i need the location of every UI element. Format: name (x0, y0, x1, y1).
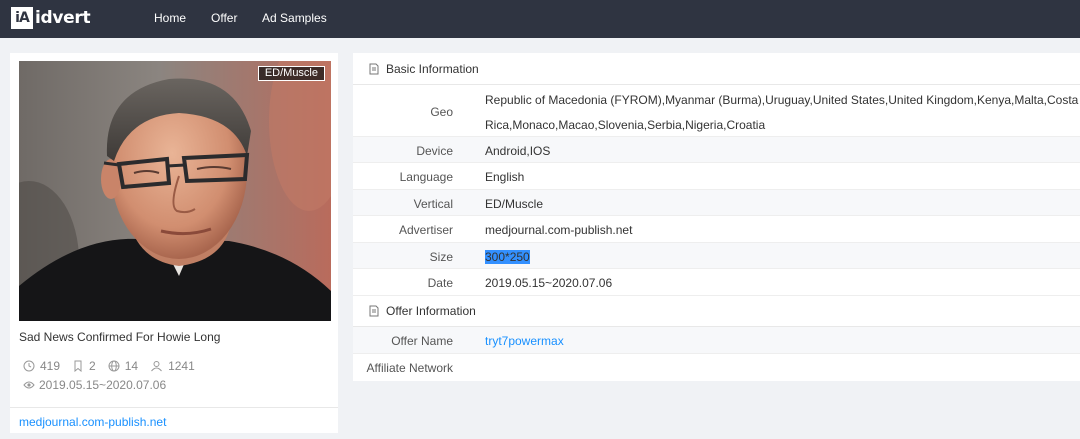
device-value: Android,IOS (485, 144, 551, 158)
affiliate-network-label: Affiliate Network (366, 361, 453, 375)
eye-icon (23, 381, 35, 389)
ad-creative-image[interactable]: ED/Muscle (19, 61, 331, 321)
portrait-photo (19, 61, 331, 321)
document-icon (369, 63, 379, 74)
category-tag: ED/Muscle (257, 66, 325, 81)
stat-heat: 1241 (150, 359, 195, 373)
details-panel: Basic Information Geo Republic of Macedo… (353, 53, 1080, 381)
stat-days-value: 419 (40, 359, 61, 373)
geo-label: Geo (430, 105, 453, 119)
logo-mark: iA (11, 7, 33, 29)
offer-name-row: Offer Name tryt7powermax (353, 327, 1080, 354)
offer-name-label: Offer Name (391, 334, 453, 348)
size-value: 300*250 (485, 250, 530, 264)
nav-home[interactable]: Home (154, 11, 186, 25)
date-label: Date (427, 276, 453, 290)
document-icon (369, 305, 379, 317)
stat-geos-value: 14 (124, 359, 139, 373)
language-label: Language (399, 170, 453, 184)
offer-name-link[interactable]: tryt7powermax (485, 334, 564, 348)
date-value: 2019.05.15~2020.07.06 (485, 276, 613, 290)
vertical-label: Vertical (413, 197, 453, 211)
ad-stats: 419 2 14 1241 (23, 359, 207, 373)
language-row: Language English (353, 163, 1080, 190)
ad-preview-card: ED/Muscle Sad News Confirmed For Howie L… (10, 53, 338, 433)
advertiser-row: Advertiser medjournal.com-publish.net (353, 216, 1080, 243)
date-row: Date 2019.05.15~2020.07.06 (353, 269, 1080, 296)
stat-heat-value: 1241 (168, 359, 195, 373)
top-navigation-bar: iA idvert Home Offer Ad Samples (0, 0, 1080, 38)
advertiser-label: Advertiser (398, 223, 453, 237)
bookmark-icon (74, 360, 82, 372)
advertiser-link[interactable]: medjournal.com-publish.net (19, 415, 166, 429)
size-row: Size 300*250 (353, 243, 1080, 269)
nav-offer[interactable]: Offer (211, 11, 237, 25)
basic-info-heading: Basic Information (353, 53, 1080, 85)
nav-ad-samples[interactable]: Ad Samples (262, 11, 327, 25)
ad-title[interactable]: Sad News Confirmed For Howie Long (19, 330, 220, 344)
ad-date-range: 2019.05.15~2020.07.06 (23, 378, 166, 392)
offer-info-title: Offer Information (386, 304, 476, 318)
vertical-value: ED/Muscle (485, 197, 544, 211)
globe-icon (108, 360, 120, 372)
geo-row: Geo Republic of Macedonia (FYROM),Myanma… (353, 85, 1080, 137)
offer-info-heading: Offer Information (353, 296, 1080, 327)
stat-geos: 14 (108, 359, 138, 373)
stat-ads: 2 (72, 359, 96, 373)
basic-info-title: Basic Information (386, 61, 479, 76)
users-icon (151, 361, 162, 372)
card-divider (10, 407, 338, 408)
geo-value-line1: Republic of Macedonia (FYROM),Myanmar (B… (485, 93, 1079, 107)
vertical-row: Vertical ED/Muscle (353, 190, 1080, 216)
logo-text: idvert (35, 8, 91, 28)
language-value: English (485, 170, 525, 184)
stat-days: 419 (23, 359, 60, 373)
idvert-logo[interactable]: iA idvert (11, 6, 91, 30)
ad-date-range-value: 2019.05.15~2020.07.06 (39, 378, 167, 392)
device-label: Device (416, 144, 453, 158)
advertiser-value: medjournal.com-publish.net (485, 223, 633, 237)
affiliate-network-row: Affiliate Network (353, 354, 1080, 381)
device-row: Device Android,IOS (353, 137, 1080, 163)
clock-icon (23, 360, 35, 372)
geo-value-line2: Rica,Monaco,Macao,Slovenia,Serbia,Nigeri… (485, 118, 766, 132)
size-label: Size (429, 250, 453, 264)
stat-ads-value: 2 (89, 359, 96, 373)
